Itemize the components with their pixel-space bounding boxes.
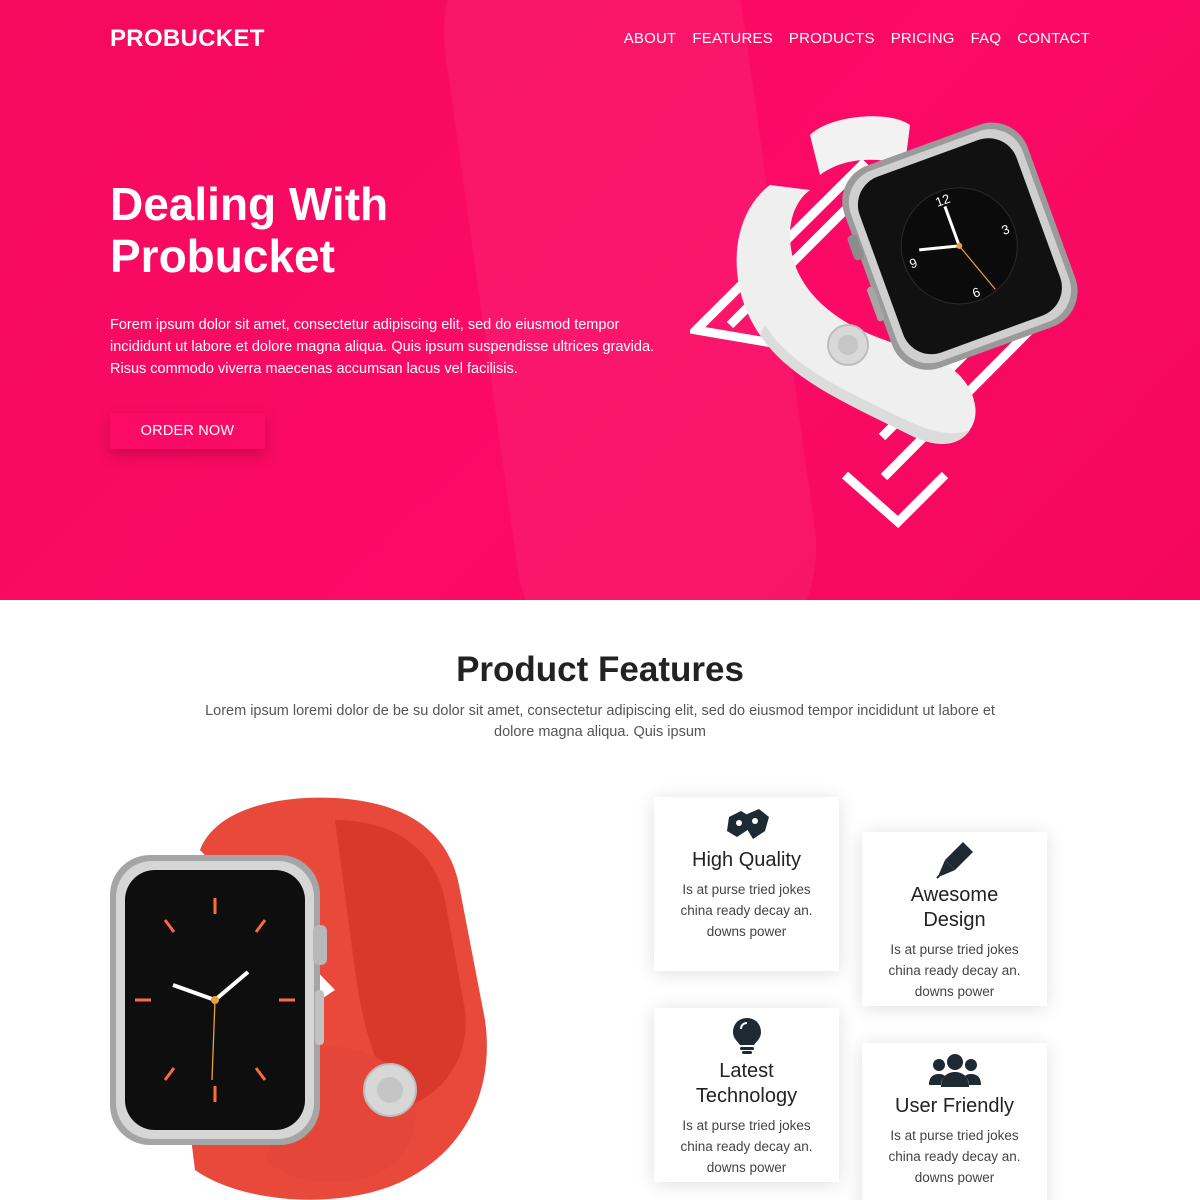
features-title: Product Features [456, 650, 744, 689]
hero-title-line2: Probucket [110, 230, 335, 282]
nav-contact[interactable]: CONTACT [1017, 30, 1090, 47]
hero-watch-image: 12 3 6 9 [690, 116, 1078, 529]
nav-pricing[interactable]: PRICING [891, 30, 955, 47]
nav-faq[interactable]: FAQ [971, 30, 1002, 47]
feature-description: Is at purse tried jokes china ready deca… [680, 1118, 813, 1175]
feature-description: Is at purse tried jokes china ready deca… [680, 882, 813, 939]
product-watch-image [110, 797, 487, 1200]
decor-chevron [842, 471, 949, 529]
feature-card-latest-technology: Latest Technology Is at purse tried joke… [654, 1008, 839, 1182]
site-logo[interactable]: PROBUCKET [110, 25, 265, 53]
watch-case-silver [110, 855, 327, 1145]
pen-nib-icon [862, 840, 1047, 880]
main-nav: ABOUT FEATURES PRODUCTS PRICING FAQ CONT… [624, 30, 1090, 47]
feature-title: Latest Technology [695, 1060, 798, 1107]
nav-features[interactable]: FEATURES [692, 30, 773, 47]
hero-title-line1: Dealing With [110, 178, 389, 230]
feature-title: Awesome Design [910, 884, 999, 931]
feature-card-user-friendly: User Friendly Is at purse tried jokes ch… [862, 1043, 1047, 1200]
hero-section: PROBUCKET ABOUT FEATURES PRODUCTS PRICIN… [0, 0, 1200, 600]
feature-title: User Friendly [895, 1095, 1014, 1117]
feature-card-awesome-design: Awesome Design Is at purse tried jokes c… [862, 832, 1047, 1006]
lightbulb-icon [654, 1016, 839, 1056]
users-icon [862, 1051, 1047, 1091]
nav-products[interactable]: PRODUCTS [789, 30, 875, 47]
nav-about[interactable]: ABOUT [624, 30, 677, 47]
hero-description: Forem ipsum dolor sit amet, consectetur … [110, 317, 655, 377]
hero-title: Dealing With Probucket [110, 178, 630, 282]
feature-description: Is at purse tried jokes china ready deca… [888, 942, 1021, 999]
order-now-button[interactable]: ORDER NOW [110, 413, 265, 449]
feature-card-high-quality: High Quality Is at purse tried jokes chi… [654, 797, 839, 971]
feature-description: Is at purse tried jokes china ready deca… [888, 1128, 1021, 1185]
sign-language-icon [654, 805, 839, 845]
features-subtitle: Lorem ipsum loremi dolor de be su dolor … [205, 703, 995, 740]
feature-title: High Quality [692, 849, 801, 871]
